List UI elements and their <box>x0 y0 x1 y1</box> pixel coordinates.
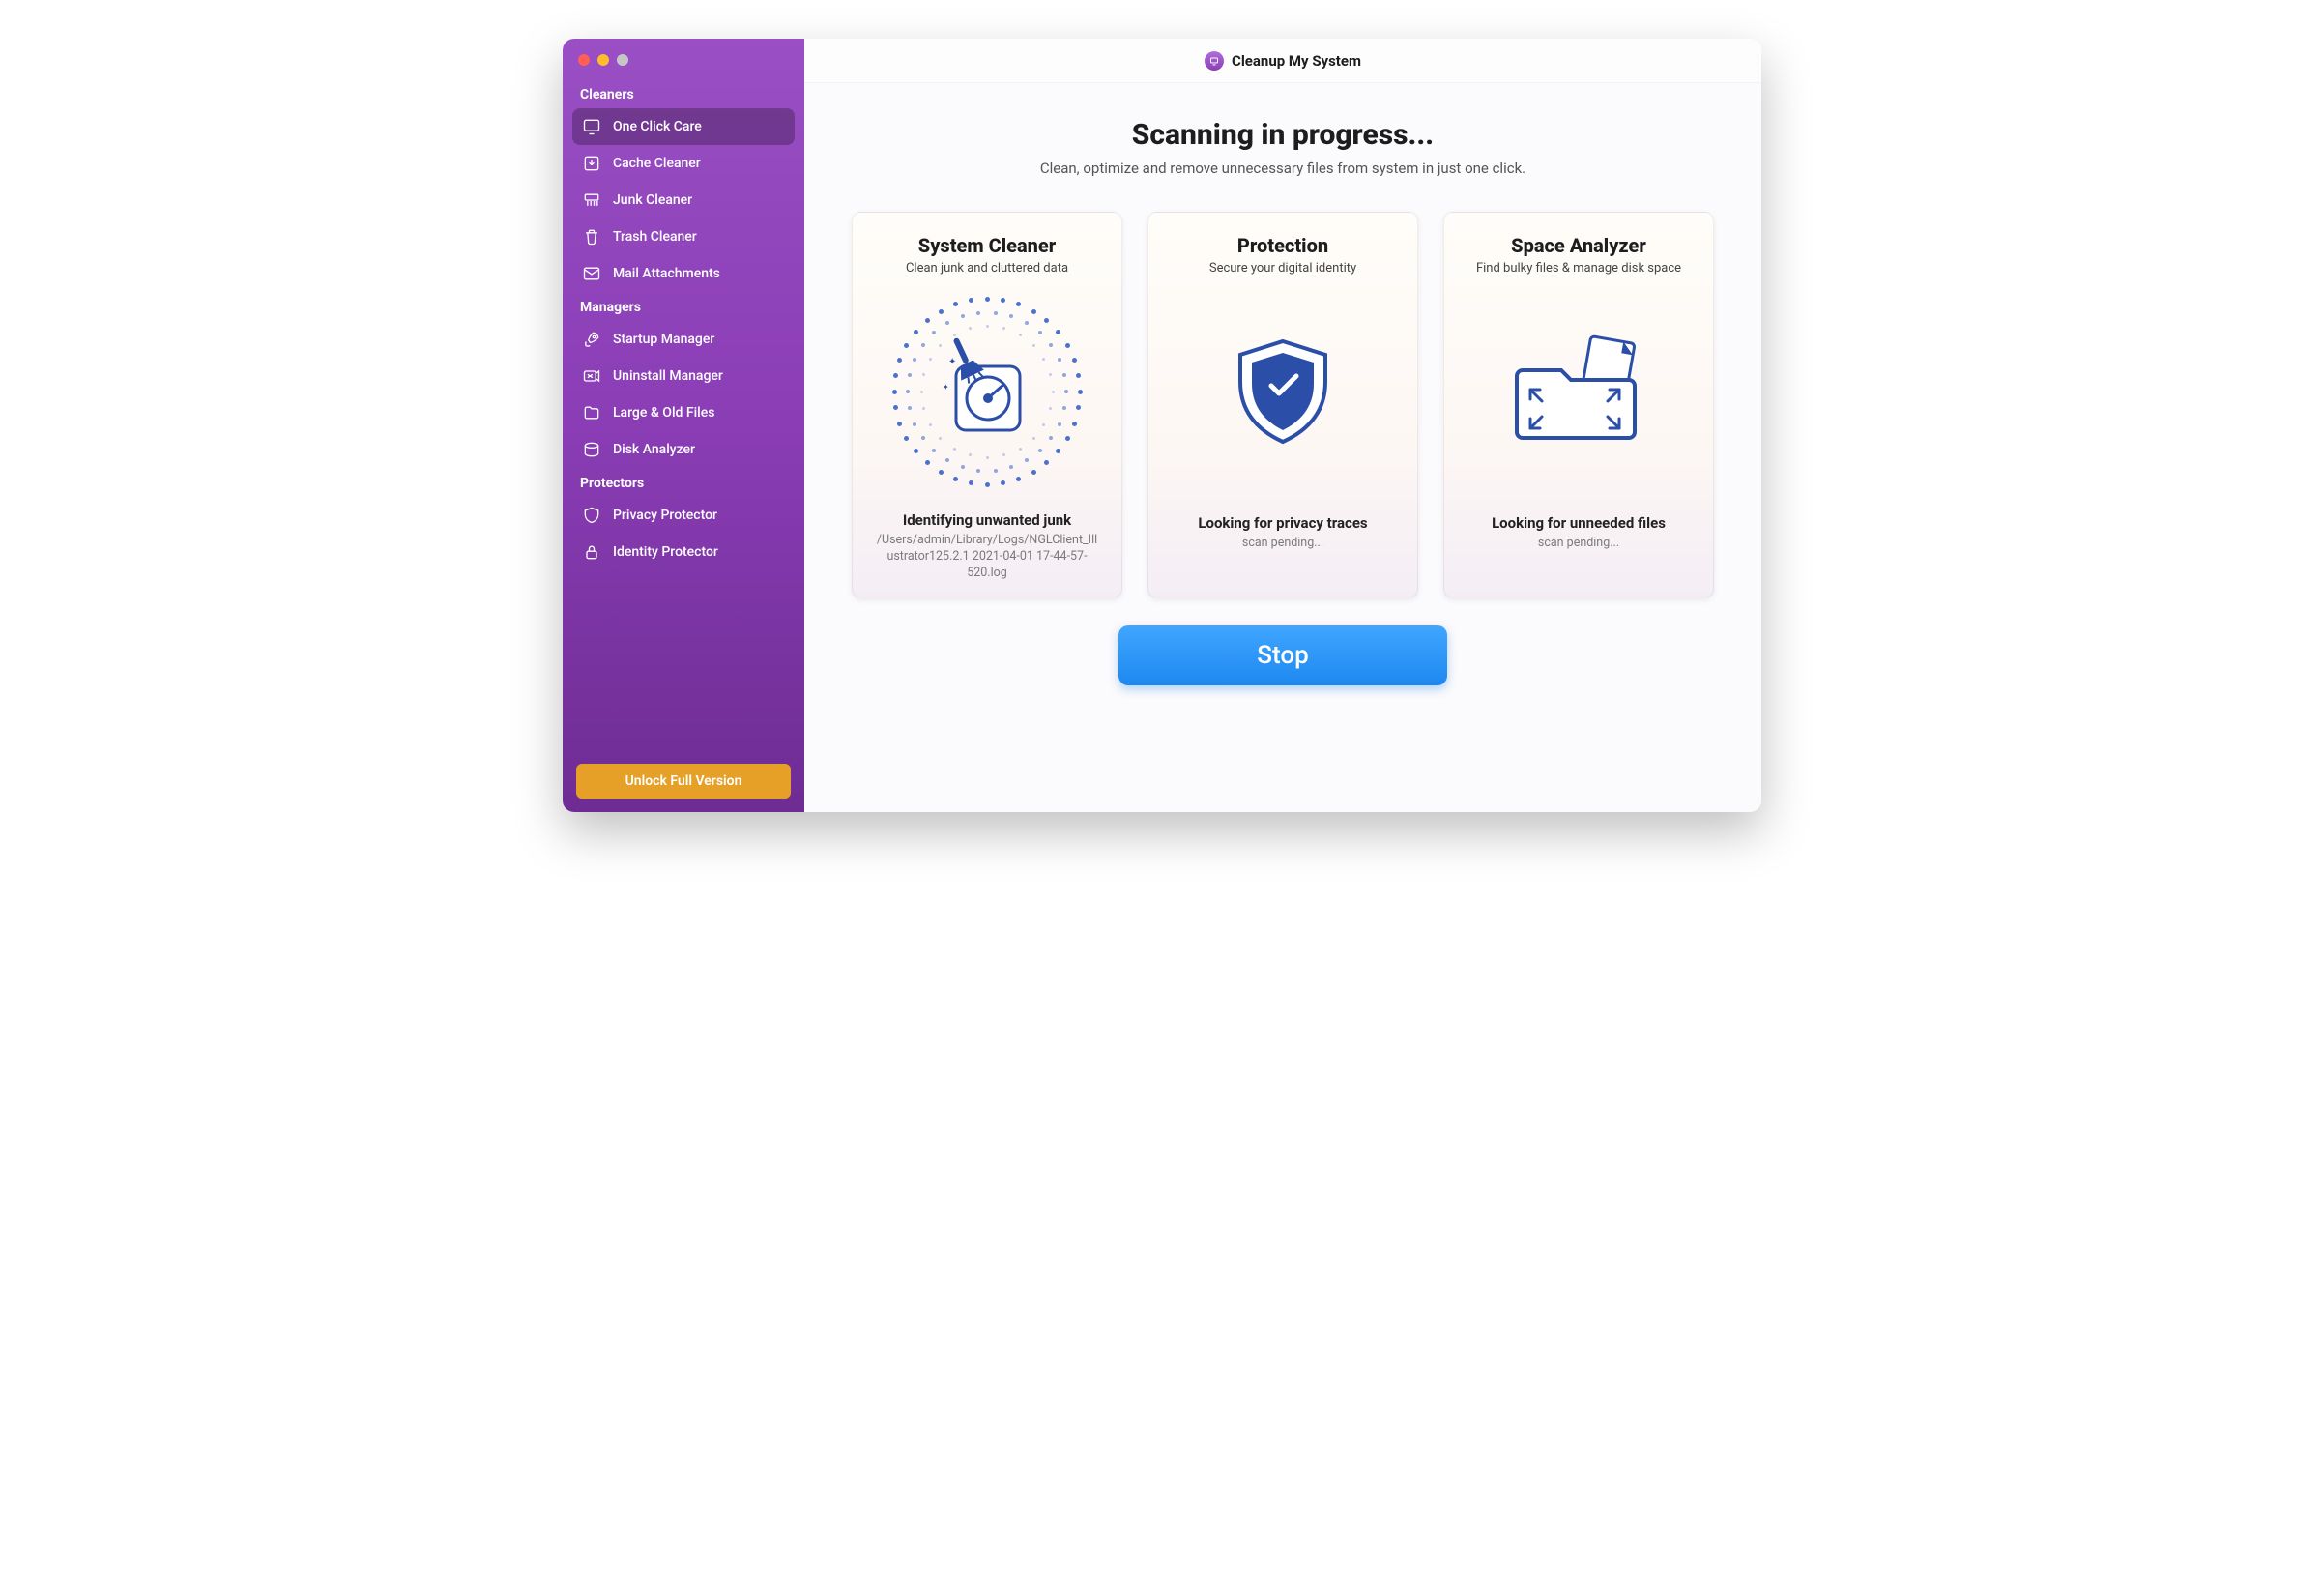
shield-check-illustration <box>1164 285 1402 501</box>
uninstall-icon <box>582 366 601 386</box>
folder-expand-illustration <box>1460 285 1698 501</box>
rocket-icon <box>582 330 601 349</box>
monitor-icon <box>582 117 601 136</box>
close-window-button[interactable] <box>578 54 590 66</box>
sidebar-item-one-click-care[interactable]: One Click Care <box>572 108 795 145</box>
stop-button[interactable]: Stop <box>1118 625 1447 685</box>
sidebar-item-label: Identity Protector <box>613 544 718 560</box>
sidebar-item-identity-protector[interactable]: Identity Protector <box>572 534 795 570</box>
sidebar: Cleaners One Click Care Cache Cleaner Ju… <box>563 39 804 812</box>
sidebar-item-label: One Click Care <box>613 119 702 134</box>
app-title: Cleanup My System <box>1232 52 1361 70</box>
sidebar-item-label: Cache Cleaner <box>613 156 701 171</box>
svg-text:✦: ✦ <box>948 357 956 367</box>
scan-cards: System Cleaner Clean junk and cluttered … <box>804 194 1761 598</box>
window-controls <box>572 50 795 79</box>
card-subtitle: Clean junk and cluttered data <box>906 261 1068 276</box>
sidebar-item-trash-cleaner[interactable]: Trash Cleaner <box>572 218 795 255</box>
sidebar-item-privacy-protector[interactable]: Privacy Protector <box>572 497 795 534</box>
card-subtitle: Find bulky files & manage disk space <box>1476 261 1681 276</box>
shredder-icon <box>582 190 601 210</box>
app-window: Cleaners One Click Care Cache Cleaner Ju… <box>563 39 1761 812</box>
main-content: Cleanup My System Scanning in progress..… <box>804 39 1761 812</box>
card-system-cleaner: System Cleaner Clean junk and cluttered … <box>852 212 1122 598</box>
hero-subtitle: Clean, optimize and remove unnecessary f… <box>828 160 1738 177</box>
disk-icon <box>582 440 601 459</box>
app-icon <box>1205 51 1224 71</box>
footer: Stop <box>804 598 1761 714</box>
card-protection: Protection Secure your digital identity … <box>1147 212 1418 598</box>
sidebar-item-cache-cleaner[interactable]: Cache Cleaner <box>572 145 795 182</box>
sidebar-item-label: Startup Manager <box>613 332 714 347</box>
sidebar-item-label: Junk Cleaner <box>613 192 692 208</box>
sidebar-item-label: Uninstall Manager <box>613 368 723 384</box>
card-detail: scan pending... <box>1532 536 1625 582</box>
shield-icon <box>582 506 601 525</box>
lock-icon <box>582 542 601 562</box>
disk-broom-illustration: ✦ ✦ <box>868 285 1106 498</box>
sidebar-section-managers: Managers <box>580 300 787 315</box>
unlock-full-version-button[interactable]: Unlock Full Version <box>576 764 791 799</box>
sidebar-item-label: Privacy Protector <box>613 508 717 523</box>
sidebar-item-mail-attachments[interactable]: Mail Attachments <box>572 255 795 292</box>
card-subtitle: Secure your digital identity <box>1209 261 1356 276</box>
sidebar-item-label: Trash Cleaner <box>613 229 697 245</box>
card-status: Identifying unwanted junk <box>903 511 1071 529</box>
card-title: System Cleaner <box>918 234 1056 257</box>
sidebar-item-label: Mail Attachments <box>613 266 720 281</box>
download-box-icon <box>582 154 601 173</box>
card-status: Looking for unneeded files <box>1492 514 1666 532</box>
card-detail: scan pending... <box>1236 536 1329 582</box>
mail-icon <box>582 264 601 283</box>
svg-text:✦: ✦ <box>943 383 949 392</box>
files-icon <box>582 403 601 422</box>
hero-title: Scanning in progress... <box>828 118 1738 152</box>
sidebar-section-protectors: Protectors <box>580 476 787 491</box>
sidebar-item-large-old-files[interactable]: Large & Old Files <box>572 394 795 431</box>
maximize-window-button[interactable] <box>617 54 628 66</box>
sidebar-item-label: Disk Analyzer <box>613 442 695 457</box>
sidebar-item-disk-analyzer[interactable]: Disk Analyzer <box>572 431 795 468</box>
card-status: Looking for privacy traces <box>1198 514 1367 532</box>
sidebar-item-label: Large & Old Files <box>613 405 714 421</box>
sidebar-item-startup-manager[interactable]: Startup Manager <box>572 321 795 358</box>
sidebar-item-uninstall-manager[interactable]: Uninstall Manager <box>572 358 795 394</box>
sidebar-section-cleaners: Cleaners <box>580 87 787 102</box>
card-title: Protection <box>1237 234 1328 257</box>
titlebar: Cleanup My System <box>804 39 1761 83</box>
minimize-window-button[interactable] <box>597 54 609 66</box>
sidebar-item-junk-cleaner[interactable]: Junk Cleaner <box>572 182 795 218</box>
card-title: Space Analyzer <box>1511 234 1646 257</box>
hero: Scanning in progress... Clean, optimize … <box>804 83 1761 194</box>
card-detail: /Users/admin/Library/Logs/NGLClient_Illu… <box>868 533 1106 582</box>
card-space-analyzer: Space Analyzer Find bulky files & manage… <box>1443 212 1714 598</box>
trash-icon <box>582 227 601 247</box>
